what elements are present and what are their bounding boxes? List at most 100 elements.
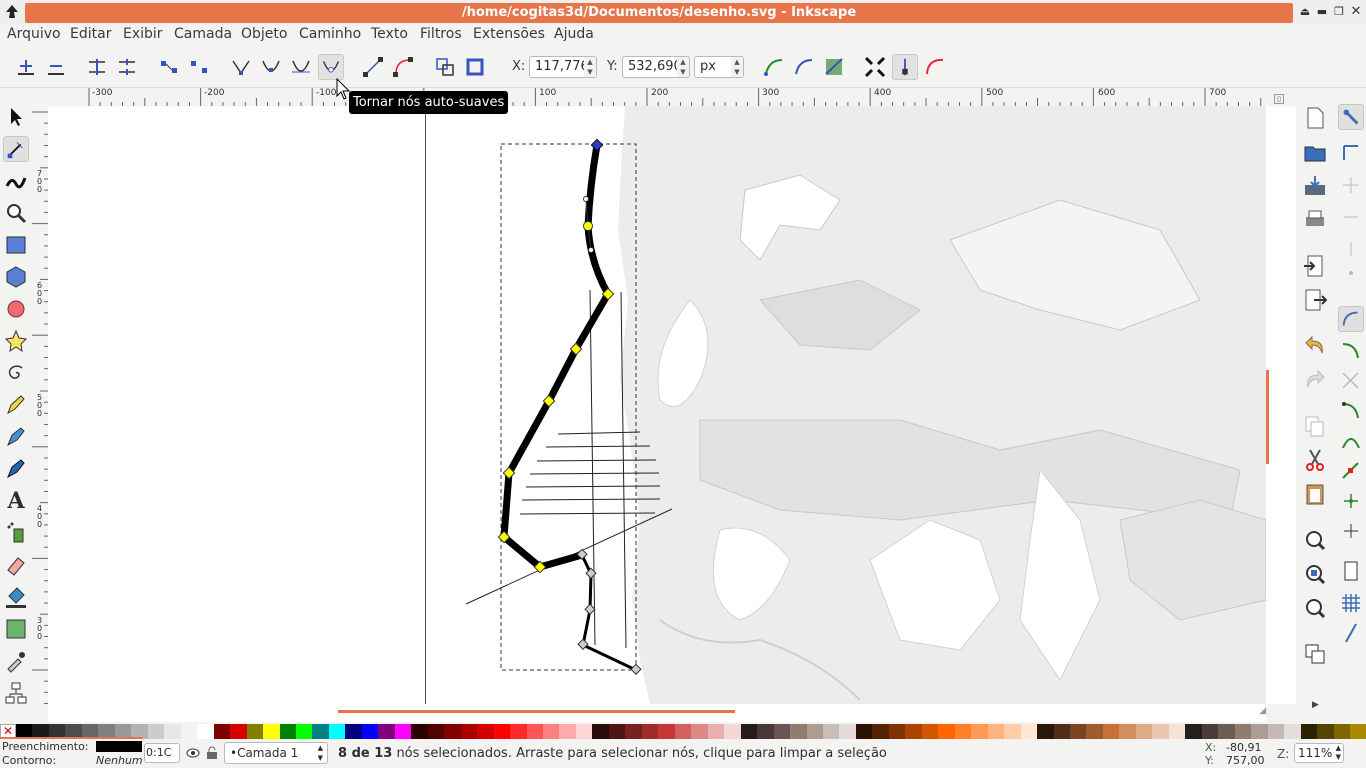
segment-curve-icon[interactable] [390, 54, 416, 80]
show-path-outline-icon[interactable] [922, 54, 948, 80]
palette-swatch[interactable] [279, 724, 296, 739]
rectangle-tool-icon[interactable] [3, 232, 29, 258]
snap-bbox-corner-icon[interactable] [1338, 204, 1364, 230]
toggle-visibility-icon[interactable] [186, 746, 200, 760]
make-cusp-icon[interactable] [228, 54, 254, 80]
palette-swatch[interactable] [1251, 724, 1268, 739]
palette-swatch[interactable] [839, 724, 856, 739]
palette-swatch[interactable] [1135, 724, 1153, 739]
snap-enable-icon[interactable] [1338, 104, 1364, 130]
export-icon[interactable] [1302, 287, 1328, 313]
palette-swatch[interactable] [361, 724, 379, 739]
palette-swatch[interactable] [954, 724, 972, 739]
palette-swatch[interactable] [938, 724, 955, 739]
palette-swatch[interactable] [230, 724, 247, 739]
snap-grid-icon[interactable] [1338, 590, 1364, 616]
horizontal-scrollbar[interactable]: ◢ [48, 704, 1266, 722]
window-close-icon[interactable]: ✕ [1349, 5, 1363, 19]
unit-select[interactable]: px ▲ ▼ [694, 56, 744, 78]
palette-swatch[interactable] [1234, 724, 1252, 739]
menu-ajuda[interactable]: Ajuda [554, 26, 594, 42]
text-tool-icon[interactable]: A [3, 488, 29, 514]
palette-swatch[interactable] [427, 724, 445, 739]
snap-path-intersection-icon[interactable] [1338, 368, 1364, 394]
3d-box-tool-icon[interactable] [3, 264, 29, 290]
next-path-effect-param-icon[interactable] [761, 54, 787, 80]
star-tool-icon[interactable] [3, 328, 29, 354]
paste-icon[interactable] [1302, 481, 1328, 507]
palette-swatch[interactable] [312, 724, 329, 739]
snap-bbox-icon[interactable] [1338, 140, 1364, 166]
palette-swatch[interactable] [394, 724, 412, 739]
profile-path[interactable] [500, 144, 612, 571]
palette-swatch[interactable] [559, 724, 576, 739]
palette-swatch[interactable] [378, 724, 395, 739]
palette-swatch[interactable] [872, 724, 889, 739]
window-maximize-icon[interactable]: ❐ [1332, 5, 1346, 19]
horizontal-ruler[interactable]: -300 -200 -100 100 200 300 400 500 600 7… [48, 88, 1266, 106]
palette-swatch[interactable] [543, 724, 560, 739]
palette-swatch[interactable] [263, 724, 280, 739]
palette-swatch[interactable] [575, 724, 593, 739]
zoom-drawing-icon[interactable] [1302, 561, 1328, 587]
palette-swatch[interactable] [411, 724, 428, 739]
palette-swatch[interactable] [1333, 724, 1350, 739]
palette-swatch[interactable] [773, 724, 791, 739]
palette-swatch[interactable] [460, 724, 478, 739]
snap-bbox-edge-icon[interactable] [1338, 172, 1364, 198]
palette-swatch[interactable] [1102, 724, 1120, 739]
snap-bbox-midpoint-icon[interactable] [1338, 236, 1364, 262]
window-shade-icon[interactable]: ⏏ [1298, 5, 1312, 19]
stroke-indicator[interactable]: Nenhum [96, 754, 143, 767]
stroke-to-path-icon[interactable] [462, 54, 488, 80]
palette-swatch[interactable] [1119, 724, 1136, 739]
menu-caminho[interactable]: Caminho [299, 26, 361, 42]
color-palette[interactable] [16, 724, 1366, 739]
window-minimize-icon[interactable]: ▬ [1315, 5, 1329, 19]
palette-swatch[interactable] [740, 724, 758, 739]
palette-swatch[interactable] [1020, 724, 1038, 739]
toolbar-overflow-icon[interactable]: ▶ [1312, 700, 1319, 710]
drawing-canvas[interactable] [48, 106, 1266, 704]
insert-node-icon[interactable] [13, 54, 39, 80]
y-coordinate-field[interactable]: 532,690 ▲ ▼ [622, 56, 690, 78]
make-symmetric-icon[interactable] [288, 54, 314, 80]
palette-swatch[interactable] [806, 724, 823, 739]
menu-extensoes[interactable]: Extensões [473, 26, 545, 42]
palette-swatch[interactable] [691, 724, 708, 739]
palette-swatch[interactable] [1284, 724, 1301, 739]
snap-path-icon[interactable] [1338, 338, 1364, 364]
snap-object-midpoint-icon[interactable] [1338, 488, 1364, 514]
palette-swatch[interactable] [987, 724, 1005, 739]
eraser-tool-icon[interactable] [3, 552, 29, 578]
connector-tool-icon[interactable] [3, 680, 29, 706]
print-icon[interactable] [1302, 207, 1328, 233]
show-handles-icon[interactable] [892, 54, 918, 80]
palette-swatch[interactable] [1267, 724, 1285, 739]
lock-guides-icon[interactable]: ▯ [1274, 94, 1284, 104]
x-coordinate-field[interactable]: 117,776 ▲ ▼ [529, 56, 597, 78]
spray-tool-icon[interactable] [3, 520, 29, 546]
palette-swatch[interactable] [971, 724, 988, 739]
save-file-icon[interactable] [1302, 173, 1328, 199]
menu-objeto[interactable]: Objeto [241, 26, 287, 42]
copy-icon[interactable] [1302, 413, 1328, 439]
delete-segment-icon[interactable] [186, 54, 212, 80]
join-segment-icon[interactable] [156, 54, 182, 80]
palette-swatch[interactable] [707, 724, 725, 739]
current-layer-select[interactable]: •Camada 1 ▲ ▼ [224, 742, 328, 764]
palette-swatch[interactable] [674, 724, 692, 739]
menu-arquivo[interactable]: Arquivo [7, 26, 61, 42]
snap-smooth-nodes-icon[interactable] [1338, 428, 1364, 454]
palette-swatch[interactable] [592, 724, 609, 739]
make-auto-smooth-icon[interactable] [318, 54, 344, 80]
segment-line-icon[interactable] [360, 54, 386, 80]
delete-node-icon[interactable] [43, 54, 69, 80]
open-file-icon[interactable] [1302, 139, 1328, 165]
palette-swatch[interactable] [790, 724, 807, 739]
snap-page-border-icon[interactable] [1338, 558, 1364, 584]
snap-rotation-center-icon[interactable] [1338, 518, 1364, 544]
vertical-ruler[interactable]: 7 0 0 6 0 0 5 0 0 4 0 0 3 0 0 [32, 106, 48, 704]
palette-swatch[interactable] [641, 724, 659, 739]
palette-swatch[interactable] [658, 724, 675, 739]
